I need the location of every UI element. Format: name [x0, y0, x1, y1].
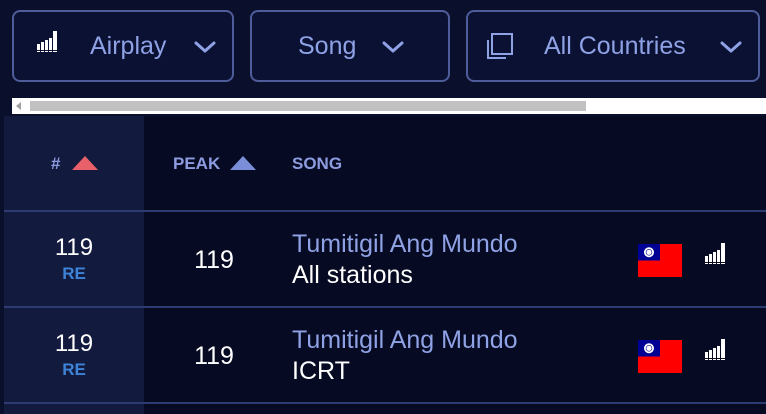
chevron-down-icon: [382, 41, 404, 53]
chart-table: # PEAK SONG 119 RE 119 Tumitigil Ang Mun…: [4, 116, 766, 414]
scrollbar-thumb[interactable]: [30, 101, 586, 111]
sort-ascending-icon[interactable]: [72, 156, 98, 170]
peak-value: 119: [194, 246, 234, 274]
row-divider: [4, 306, 766, 308]
station-name: ICRT: [292, 357, 350, 385]
filter-bar: Airplay Song All Countries: [0, 0, 766, 96]
airplay-bars-icon[interactable]: [704, 240, 730, 266]
airplay-bars-icon[interactable]: [704, 336, 730, 362]
rank-header[interactable]: #: [51, 154, 60, 174]
status-badge: RE: [62, 360, 86, 379]
entity-label: Song: [298, 32, 357, 60]
row-divider: [4, 402, 766, 404]
rank-value: 119: [54, 234, 94, 261]
taiwan-flag-icon: [638, 340, 682, 373]
header-divider: [4, 210, 766, 212]
song-header: SONG: [292, 154, 343, 173]
status-badge: RE: [62, 264, 86, 283]
chart-type-label: Airplay: [90, 32, 167, 60]
airplay-bars-icon: [37, 31, 57, 52]
stacked-squares-icon: [487, 33, 513, 59]
chevron-down-icon: [194, 41, 216, 53]
chart-type-dropdown[interactable]: Airplay: [12, 10, 234, 82]
rank-value: 119: [54, 330, 94, 357]
taiwan-flag-icon: [638, 244, 682, 277]
horizontal-scrollbar[interactable]: [12, 98, 766, 114]
peak-header[interactable]: PEAK: [173, 154, 220, 174]
song-title-link[interactable]: Tumitigil Ang Mundo: [292, 326, 518, 355]
peak-value: 119: [194, 342, 234, 370]
song-title-link[interactable]: Tumitigil Ang Mundo: [292, 230, 518, 259]
region-dropdown[interactable]: All Countries: [466, 10, 760, 82]
chevron-down-icon: [720, 41, 742, 53]
station-name: All stations: [292, 261, 413, 289]
scroll-left-icon[interactable]: [16, 102, 21, 110]
entity-dropdown[interactable]: Song: [250, 10, 450, 82]
sort-ascending-icon[interactable]: [230, 156, 256, 170]
region-label: All Countries: [544, 32, 686, 60]
